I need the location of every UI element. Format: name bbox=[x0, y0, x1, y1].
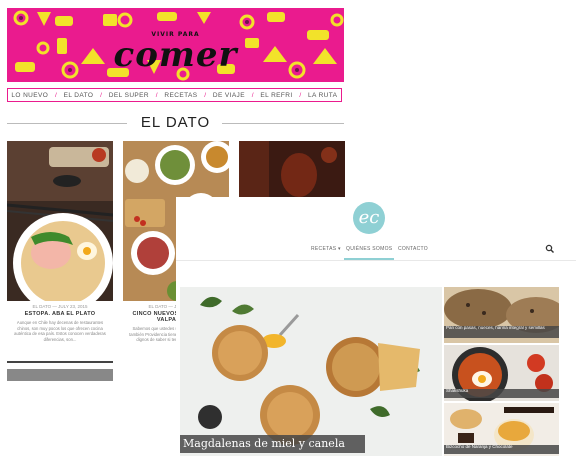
post-excerpt: Aunque en Chile hay decenas de restauran… bbox=[14, 320, 106, 342]
side-post-title[interactable]: Shakshuka bbox=[444, 389, 559, 398]
nav-item-el-dato[interactable]: EL DATO bbox=[64, 92, 94, 99]
recipe-blog-window-front: ec RECETAS ▾ QUIÉNES SOMOS CONTACTO Magd… bbox=[176, 197, 576, 456]
side-post-title[interactable]: Pan con pasas, nueces, harina integral y… bbox=[444, 326, 559, 338]
nav-item-quienes-somos[interactable]: QUIÉNES SOMOS bbox=[346, 246, 392, 252]
post-meta: EL DATO — JULY 23, 2015 bbox=[32, 304, 88, 309]
nav-item-el-refri[interactable]: EL REFRI bbox=[260, 92, 292, 99]
featured-post[interactable] bbox=[180, 287, 442, 456]
next-post-image[interactable] bbox=[7, 369, 113, 381]
main-nav: LO NUEVO / EL DATO / DEL SUPER / RECETAS… bbox=[7, 88, 342, 102]
nav-item-recetas[interactable]: RECETAS ▾ bbox=[311, 246, 341, 252]
hero-image-magdalenas[interactable] bbox=[180, 287, 442, 456]
side-post[interactable]: Pan con pasas, nueces, harina integral y… bbox=[444, 287, 559, 343]
section-header: EL DATO bbox=[7, 114, 344, 132]
side-post-title[interactable]: Bizcocho de Naranja y Chocolate bbox=[444, 445, 559, 454]
nav-separator: / bbox=[251, 91, 254, 99]
post-card[interactable] bbox=[239, 141, 345, 201]
post-image-ramen[interactable] bbox=[7, 141, 113, 313]
header-divider bbox=[176, 260, 576, 261]
nav-separator: / bbox=[299, 91, 302, 99]
nav-separator: / bbox=[100, 91, 102, 99]
site-banner[interactable]: VIVIR PARA comer bbox=[7, 8, 344, 82]
nav-separator: / bbox=[204, 91, 207, 99]
main-nav: RECETAS ▾ QUIÉNES SOMOS CONTACTO bbox=[176, 243, 576, 260]
post-title[interactable]: ESTOPA. ABA EL PLATO bbox=[7, 311, 113, 317]
nav-item-la-ruta[interactable]: LA RUTA bbox=[308, 92, 337, 99]
post-image-drinks[interactable] bbox=[239, 141, 345, 201]
post-card[interactable]: EL DATO — JULY 23, 2015 ESTOPA. ABA EL P… bbox=[7, 141, 113, 381]
nav-item-contacto[interactable]: CONTACTO bbox=[398, 246, 428, 252]
search-icon[interactable] bbox=[545, 244, 555, 254]
featured-post-title[interactable]: Magdalenas de miel y canela bbox=[180, 435, 365, 453]
nav-separator: / bbox=[54, 91, 57, 99]
nav-item-recetas[interactable]: RECETAS bbox=[164, 92, 197, 99]
post-divider bbox=[7, 361, 113, 363]
section-title: EL DATO bbox=[132, 114, 219, 131]
site-logo[interactable]: ec bbox=[353, 202, 385, 234]
nav-separator: / bbox=[155, 91, 158, 99]
side-post[interactable]: Bizcocho de Naranja y Chocolate bbox=[444, 403, 559, 456]
banner-brand: comer bbox=[113, 35, 238, 75]
nav-item-de-viaje[interactable]: DE VIAJE bbox=[213, 92, 245, 99]
side-post[interactable]: Shakshuka bbox=[444, 345, 559, 401]
nav-item-lo-nuevo[interactable]: LO NUEVO bbox=[11, 92, 48, 99]
nav-item-del-super[interactable]: DEL SUPER bbox=[109, 92, 149, 99]
